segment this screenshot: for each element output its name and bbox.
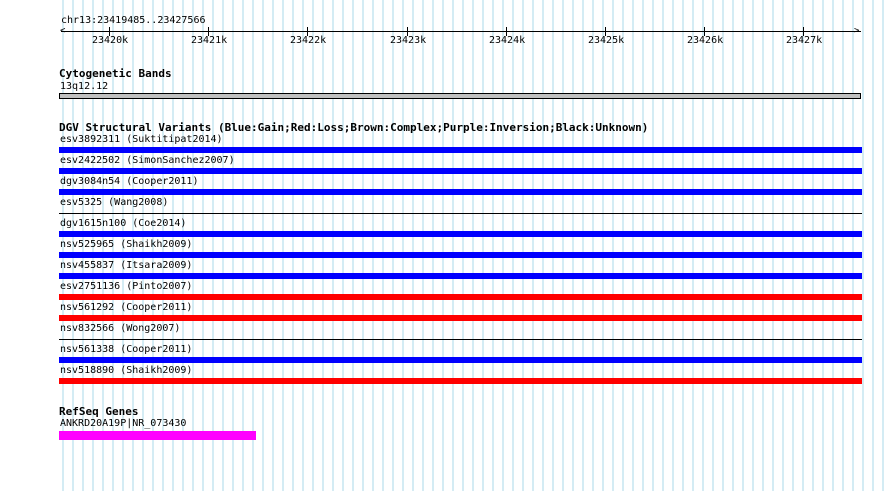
ruler-tick-label: 23427k xyxy=(786,35,823,46)
dgv-variant-bar[interactable] xyxy=(59,147,862,153)
ruler-tick-label: 23423k xyxy=(390,35,427,46)
ruler-left-arrow-icon[interactable]: < xyxy=(60,27,65,36)
dgv-variant-bar[interactable] xyxy=(59,357,862,363)
dgv-variant-bar[interactable] xyxy=(59,252,862,258)
ruler-tick-label: 23426k xyxy=(687,35,724,46)
cytoband-bar[interactable] xyxy=(59,93,861,99)
dgv-variant-bar[interactable] xyxy=(59,294,862,300)
ruler-tick-label: 23420k xyxy=(92,35,129,46)
dgv-variant-label[interactable]: esv2751136 (Pinto2007) xyxy=(60,281,192,292)
dgv-variant-label[interactable]: nsv561338 (Cooper2011) xyxy=(60,344,192,355)
dgv-variant-label[interactable]: esv3892311 (Suktitipat2014) xyxy=(60,134,223,145)
dgv-variant-label[interactable]: esv2422502 (SimonSanchez2007) xyxy=(60,155,235,166)
dgv-variant-line[interactable] xyxy=(59,339,862,340)
ruler-right-arrow-icon[interactable]: > xyxy=(854,27,859,36)
dgv-variant-bar[interactable] xyxy=(59,378,862,384)
ruler-tick-label: 23424k xyxy=(489,35,526,46)
cytoband-label[interactable]: 13q12.12 xyxy=(60,81,108,92)
ruler-tick-label: 23421k xyxy=(191,35,228,46)
gene-feature-bar[interactable] xyxy=(59,431,256,440)
dgv-variant-label[interactable]: nsv525965 (Shaikh2009) xyxy=(60,239,192,250)
gene-label[interactable]: ANKRD20A19P|NR_073430 xyxy=(60,418,186,429)
dgv-track-title: DGV Structural Variants (Blue:Gain;Red:L… xyxy=(59,121,649,134)
dgv-variant-bar[interactable] xyxy=(59,315,862,321)
dgv-variant-label[interactable]: esv5325 (Wang2008) xyxy=(60,197,168,208)
dgv-variant-label[interactable]: nsv455837 (Itsara2009) xyxy=(60,260,192,271)
dgv-variant-label[interactable]: dgv1615n100 (Coe2014) xyxy=(60,218,186,229)
ruler-axis xyxy=(61,31,861,32)
dgv-variant-label[interactable]: nsv561292 (Cooper2011) xyxy=(60,302,192,313)
ruler-tick-label: 23425k xyxy=(588,35,625,46)
dgv-variant-line[interactable] xyxy=(59,213,862,214)
dgv-variant-bar[interactable] xyxy=(59,273,862,279)
ruler-location: chr13:23419485..23427566 xyxy=(61,15,206,26)
dgv-variant-label[interactable]: dgv3084n54 (Cooper2011) xyxy=(60,176,198,187)
dgv-variant-label[interactable]: nsv518890 (Shaikh2009) xyxy=(60,365,192,376)
refseq-track-title: RefSeq Genes xyxy=(59,405,139,418)
dgv-variant-bar[interactable] xyxy=(59,168,862,174)
ruler-tick-label: 23422k xyxy=(290,35,327,46)
cytoband-track-title: Cytogenetic Bands xyxy=(59,67,172,80)
dgv-variant-bar[interactable] xyxy=(59,231,862,237)
dgv-variant-bar[interactable] xyxy=(59,189,862,195)
dgv-variant-label[interactable]: nsv832566 (Wong2007) xyxy=(60,323,180,334)
